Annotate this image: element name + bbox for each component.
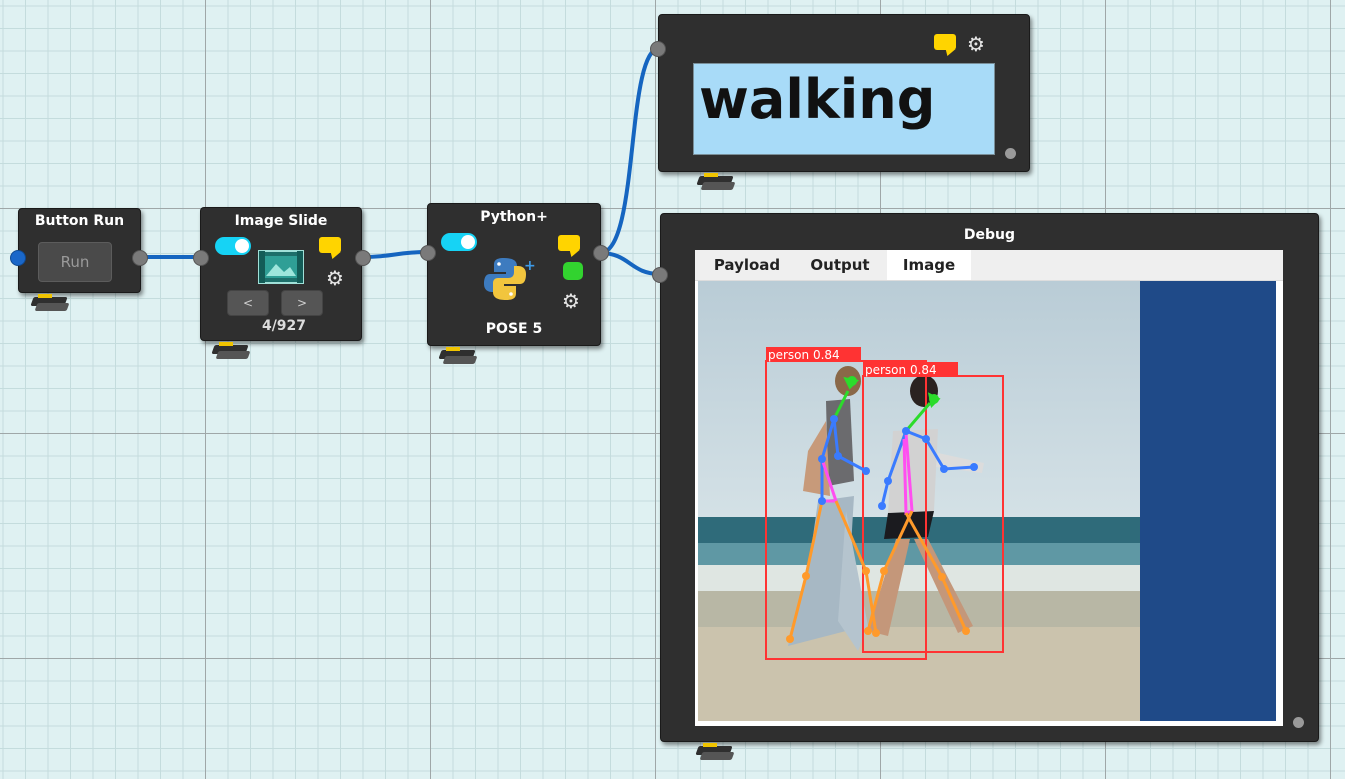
input-port[interactable] bbox=[10, 250, 26, 266]
debug-node[interactable]: Debug Payload Output Image person 0.84 p… bbox=[660, 213, 1319, 742]
python-plus-node[interactable]: Python+ + ⚙ POSE 5 bbox=[427, 203, 601, 346]
input-port[interactable] bbox=[420, 245, 436, 261]
tab-output[interactable]: Output bbox=[795, 250, 885, 280]
tab-image[interactable]: Image bbox=[887, 250, 971, 280]
run-button[interactable]: Run bbox=[38, 242, 112, 282]
comment-icon[interactable] bbox=[934, 34, 956, 50]
resize-handle[interactable] bbox=[1005, 148, 1016, 159]
input-port[interactable] bbox=[652, 267, 668, 283]
pose-image: person 0.84 person 0.84 bbox=[698, 281, 1276, 721]
next-button[interactable]: > bbox=[281, 290, 323, 316]
tab-payload[interactable]: Payload bbox=[703, 250, 791, 280]
output-port[interactable] bbox=[593, 245, 609, 261]
bbox-right-label: person 0.84 bbox=[865, 363, 937, 377]
node-title: Button Run bbox=[34, 213, 125, 229]
python-label: POSE 5 bbox=[485, 321, 543, 337]
comment-icon[interactable] bbox=[558, 235, 580, 251]
folder-icon[interactable] bbox=[438, 346, 478, 366]
image-slide-node[interactable]: Image Slide ⚙ < > 4/927 bbox=[200, 207, 362, 341]
input-port[interactable] bbox=[193, 250, 209, 266]
status-indicator bbox=[563, 262, 583, 280]
button-run-node[interactable]: Button Run Run bbox=[18, 208, 141, 293]
gear-icon[interactable]: ⚙ bbox=[967, 34, 985, 54]
text-display: walking bbox=[693, 63, 995, 155]
toggle-icon[interactable] bbox=[215, 237, 251, 255]
output-text: walking bbox=[699, 68, 936, 131]
node-title: Python+ bbox=[480, 209, 548, 225]
side-panel bbox=[1140, 281, 1276, 721]
output-port[interactable] bbox=[132, 250, 148, 266]
resize-handle[interactable] bbox=[1293, 717, 1304, 728]
prev-button[interactable]: < bbox=[227, 290, 269, 316]
folder-icon[interactable] bbox=[30, 293, 70, 313]
toggle-icon[interactable] bbox=[441, 233, 477, 251]
bbox-left-label: person 0.84 bbox=[768, 348, 840, 362]
slide-counter: 4/927 bbox=[261, 318, 307, 334]
comment-icon[interactable] bbox=[319, 237, 341, 253]
python-icon: + bbox=[484, 258, 536, 300]
image-icon bbox=[258, 250, 304, 284]
folder-icon[interactable] bbox=[211, 341, 251, 361]
folder-icon[interactable] bbox=[695, 742, 735, 762]
gear-icon[interactable]: ⚙ bbox=[562, 291, 580, 311]
folder-icon[interactable] bbox=[696, 172, 736, 192]
node-title: Image Slide bbox=[234, 213, 328, 229]
gear-icon[interactable]: ⚙ bbox=[326, 268, 344, 288]
svg-text:+: + bbox=[524, 258, 536, 274]
debug-panel: Payload Output Image person 0.84 person … bbox=[695, 250, 1283, 726]
debug-tabs: Payload Output Image bbox=[695, 250, 1283, 281]
debug-image: person 0.84 person 0.84 bbox=[698, 281, 1276, 721]
node-title: Debug bbox=[963, 227, 1016, 243]
input-port[interactable] bbox=[650, 41, 666, 57]
output-port[interactable] bbox=[355, 250, 371, 266]
text-output-node[interactable]: ⚙ walking bbox=[658, 14, 1030, 172]
